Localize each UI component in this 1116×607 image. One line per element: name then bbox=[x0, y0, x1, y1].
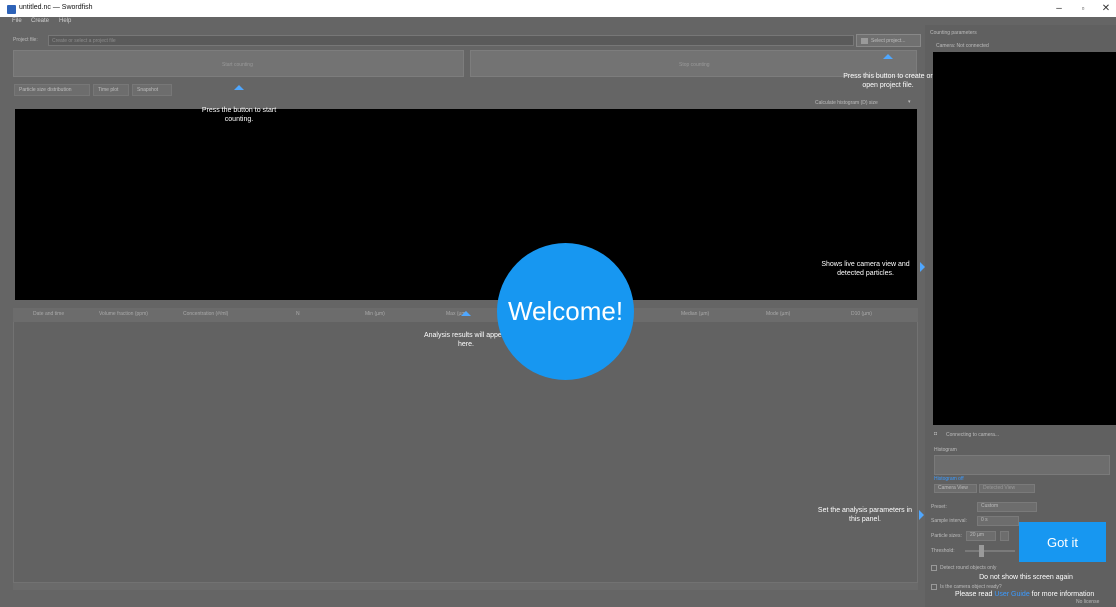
maximize-button[interactable]: ▫ bbox=[1071, 1, 1095, 16]
tab-particle-size-distribution[interactable]: Particle size distribution bbox=[14, 84, 90, 96]
particle-sizes-input[interactable]: 20 µm bbox=[966, 531, 996, 541]
column-header[interactable]: Concentration (#/ml) bbox=[183, 311, 228, 317]
tab-detected-view[interactable]: Detected View bbox=[979, 484, 1035, 493]
select-project-button[interactable]: Select project... bbox=[856, 34, 921, 47]
results-table bbox=[13, 308, 918, 583]
menu-create[interactable]: Create bbox=[31, 17, 49, 26]
sample-interval-input[interactable]: 0 s bbox=[977, 516, 1019, 526]
project-file-input[interactable]: Create or select a project file bbox=[48, 35, 854, 46]
window-title: untitled.nc — Swordfish bbox=[19, 4, 93, 11]
tab-camera-view[interactable]: Camera View bbox=[934, 484, 977, 493]
user-guide-link[interactable]: User Guide bbox=[994, 591, 1029, 598]
histogram-label: Histogram bbox=[934, 447, 957, 453]
do-not-show-link[interactable]: Do not show this screen again bbox=[966, 573, 1086, 582]
hint-camera: Shows live camera view and detected part… bbox=[821, 261, 910, 277]
histogram-select[interactable]: Calculate histogram (D) size bbox=[815, 100, 878, 106]
threshold-label: Threshold: bbox=[931, 548, 955, 554]
hint-arrow-params bbox=[919, 510, 924, 520]
project-file-label: Project file: bbox=[13, 37, 38, 43]
threshold-slider-handle[interactable] bbox=[979, 545, 984, 557]
checkbox-camera-ready[interactable] bbox=[931, 584, 937, 590]
column-header[interactable]: Median (µm) bbox=[681, 311, 709, 317]
particle-sizes-label: Particle sizes: bbox=[931, 533, 962, 539]
start-counting-label: Start counting bbox=[222, 62, 253, 68]
app-icon bbox=[7, 5, 16, 14]
welcome-text: Welcome! bbox=[507, 296, 624, 326]
preset-select[interactable]: Custom bbox=[977, 502, 1037, 512]
connecting-status: Connecting to camera... bbox=[946, 432, 1000, 438]
hint-params: Set the analysis parameters in this pane… bbox=[817, 507, 913, 523]
hint-arrow-results bbox=[461, 311, 471, 316]
folder-icon bbox=[861, 38, 868, 44]
menu-file[interactable]: File bbox=[12, 17, 22, 26]
license-status: No license bbox=[1076, 599, 1100, 605]
close-button[interactable]: ✕ bbox=[1094, 1, 1116, 16]
hint-arrow-project bbox=[883, 54, 893, 59]
hint-start: Press the button to start counting. bbox=[201, 107, 277, 123]
tab-snapshot[interactable]: Snapshot bbox=[132, 84, 172, 96]
got-it-button[interactable]: Got it bbox=[1019, 522, 1106, 562]
camera-view bbox=[933, 52, 1116, 425]
distribution-plot bbox=[15, 109, 917, 300]
read-suffix: for more information bbox=[1031, 591, 1095, 598]
hint-arrow-camera bbox=[920, 262, 925, 272]
hint-project: Press this button to create or open proj… bbox=[843, 73, 933, 89]
camera-status: Camera: Not connected bbox=[936, 43, 989, 49]
start-counting-button[interactable]: Start counting bbox=[13, 50, 464, 77]
counting-parameters-title: Counting parameters bbox=[930, 30, 977, 36]
threshold-slider-track[interactable] bbox=[965, 550, 1015, 552]
read-prefix: Please read bbox=[955, 591, 993, 598]
chevron-down-icon[interactable]: ▾ bbox=[908, 99, 911, 105]
title-bar bbox=[0, 0, 1116, 17]
histogram-off-link[interactable]: Histogram off bbox=[934, 476, 964, 482]
column-header[interactable]: Volume fraction (ppm) bbox=[99, 311, 148, 317]
column-header[interactable]: Min (µm) bbox=[365, 311, 385, 317]
preset-label: Preset: bbox=[931, 504, 947, 510]
column-header[interactable]: N bbox=[296, 311, 300, 317]
select-project-label: Select project... bbox=[871, 38, 906, 44]
user-guide-hint: Please read User Guide for more informat… bbox=[955, 590, 1115, 599]
tab-time-plot[interactable]: Time plot bbox=[93, 84, 129, 96]
menu-help[interactable]: Help bbox=[59, 17, 71, 26]
checkbox-round-objects[interactable] bbox=[931, 565, 937, 571]
particle-sizes-stepper[interactable] bbox=[1000, 531, 1009, 541]
project-file-placeholder: Create or select a project file bbox=[52, 38, 116, 44]
column-header[interactable]: Date and time bbox=[33, 311, 64, 317]
column-header[interactable]: D10 (µm) bbox=[851, 311, 872, 317]
welcome-badge: Welcome! bbox=[497, 243, 634, 380]
sample-interval-label: Sample interval: bbox=[931, 518, 967, 524]
stop-counting-label: Stop counting bbox=[679, 62, 710, 68]
horizontal-scrollbar[interactable] bbox=[13, 583, 918, 590]
round-objects-label: Detect round objects only bbox=[940, 565, 997, 571]
column-header[interactable]: Mode (µm) bbox=[766, 311, 790, 317]
camera-icon: ◘ bbox=[934, 431, 938, 437]
minimize-button[interactable]: – bbox=[1047, 1, 1071, 16]
hint-arrow-start bbox=[234, 85, 244, 90]
histogram-mini bbox=[934, 455, 1110, 475]
